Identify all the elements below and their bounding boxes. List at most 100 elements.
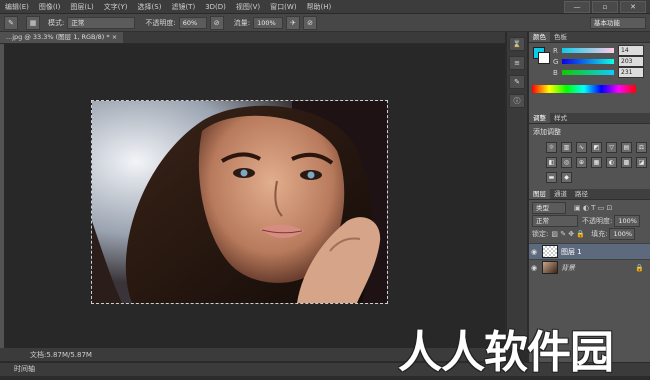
opacity-label: 不透明度: [145,18,176,27]
menu-bar: 编辑(E) 图像(I) 图层(L) 文字(Y) 选择(S) 滤镜(T) 3D(D… [0,0,650,14]
opacity-input[interactable]: 60% [178,16,207,29]
channel-r-label: R [553,46,558,55]
color-panel-header: 颜色 色板 [529,32,650,43]
pressure-size-icon[interactable]: ⊘ [303,15,318,30]
brush-preset-icon[interactable]: ✎ [4,15,18,30]
menu-type[interactable]: 文字(Y) [99,2,133,12]
menu-filter[interactable]: 滤镜(T) [166,2,200,12]
tab-styles[interactable]: 样式 [550,113,571,123]
layer-name[interactable]: 图层 1 [561,247,582,257]
tab-adjustments[interactable]: 调整 [529,113,550,123]
menu-help[interactable]: 帮助(H) [302,2,337,12]
properties-icon[interactable]: ≡ [509,56,525,70]
layer-opacity-input[interactable]: 100% [614,214,641,227]
posterize-icon[interactable]: ▩ [621,157,632,168]
adjust-title: 添加调整 [533,128,561,136]
portrait-photo [92,101,387,303]
threshold-icon[interactable]: ◪ [636,157,647,168]
filter-icons[interactable]: ▣ ◐ T ▭ ⊡ [574,204,612,212]
layer-thumbnail [542,261,558,274]
adjust-icons: ☼ ▥ ∿ ◩ ▽ ▤ ⚖ ◧ ◎ ⊕ ▦ ◐ ▩ ◪ ▬ ◆ [544,140,650,185]
color-spectrum[interactable] [532,85,636,93]
layer-opacity-label: 不透明度: [582,216,613,225]
channel-r: R 14 [553,45,644,56]
tab-swatches[interactable]: 色板 [550,32,571,42]
flow-input[interactable]: 100% [253,16,284,29]
visibility-eye-icon[interactable]: ◉ [529,248,539,256]
layer-thumbnail [542,245,558,258]
channel-b: B 231 [553,67,644,78]
menu-edit[interactable]: 编辑(E) [0,2,34,12]
history-icon[interactable]: ⌛ [509,37,525,51]
menu-3d[interactable]: 3D(D) [200,3,231,11]
mode-select[interactable]: 正常 [67,16,136,29]
tab-layers[interactable]: 图层 [529,189,550,199]
photo-filter-icon[interactable]: ◎ [561,157,572,168]
layer-row[interactable]: ◉ 背景 🔒 [529,259,650,275]
layers-panel-header: 图层 通道 路径 [529,189,650,200]
r-slider[interactable] [562,48,614,53]
watermark-text: 人人软件园 [398,327,614,378]
window-controls: — ▫ ✕ [564,1,646,13]
blend-row: 正常 不透明度: 100% [529,214,650,227]
selective-color-icon[interactable]: ◆ [561,172,572,183]
fill-input[interactable]: 100% [609,227,636,240]
pressure-opacity-icon[interactable]: ⊘ [209,15,224,30]
mode-label: 模式: [48,18,65,27]
options-bar: ✎ ▦ 模式: 正常 不透明度: 60% ⊘ 流量: 100% ✈ ⊘ 基本功能 [0,14,650,32]
close-button[interactable]: ✕ [620,1,646,13]
gradient-map-icon[interactable]: ▬ [546,172,557,183]
brush-icon[interactable]: ✎ [509,75,525,89]
menu-select[interactable]: 选择(S) [133,2,167,12]
blend-mode-select[interactable]: 正常 [532,214,578,227]
lock-label: 锁定: [532,229,549,238]
visibility-eye-icon[interactable]: ◉ [529,264,539,272]
b-slider[interactable] [562,70,614,75]
g-value[interactable]: 203 [618,56,644,67]
tab-channels[interactable]: 通道 [550,189,571,199]
workspace-select[interactable]: 基本功能 [590,16,646,29]
channel-g-label: G [553,57,559,66]
curves-icon[interactable]: ∿ [576,142,587,153]
vibrance-icon[interactable]: ▽ [606,142,617,153]
tab-color[interactable]: 颜色 [529,32,550,42]
document-size[interactable]: 文档:5.87M/5.87M [30,350,92,360]
layer-filter-select[interactable]: 类型 [532,201,566,214]
right-panels: 颜色 色板 R 14 G 203 B 231 调整 样式 添加调整 ☼ ▥ ∿ … [529,32,650,362]
color-balance-icon[interactable]: ⚖ [636,142,647,153]
background-swatch[interactable] [538,52,550,64]
channel-mixer-icon[interactable]: ⊕ [576,157,587,168]
r-value[interactable]: 14 [618,45,644,56]
lock-icons[interactable]: ▨ ✎ ✥ 🔒 [551,230,585,238]
timeline-label[interactable]: 时间轴 [14,365,35,373]
channel-g: G 203 [553,56,644,67]
bw-icon[interactable]: ◧ [546,157,557,168]
airbrush-icon[interactable]: ✈ [286,15,301,30]
hue-sat-icon[interactable]: ▤ [621,142,632,153]
g-slider[interactable] [562,59,614,64]
menu-view[interactable]: 视图(V) [231,2,265,12]
tab-paths[interactable]: 路径 [571,189,592,199]
menu-window[interactable]: 窗口(W) [265,2,301,12]
layer-name[interactable]: 背景 [561,263,575,273]
brush-panel-icon[interactable]: ▦ [26,15,40,30]
minimize-button[interactable]: — [564,1,590,13]
exposure-icon[interactable]: ◩ [591,142,602,153]
layer-filter-row: 类型 ▣ ◐ T ▭ ⊡ [529,201,650,214]
menu-image[interactable]: 图像(I) [34,2,66,12]
maximize-button[interactable]: ▫ [592,1,618,13]
brightness-icon[interactable]: ☼ [546,142,557,153]
invert-icon[interactable]: ◐ [606,157,617,168]
lock-icon: 🔒 [635,263,644,272]
menu-layer[interactable]: 图层(L) [65,2,98,12]
b-value[interactable]: 231 [618,67,644,78]
layer-row[interactable]: ◉ 图层 1 [529,243,650,259]
document-tab-bar: ...jpg @ 33.3% (图层 1, RGB/8) * × [0,32,505,43]
lock-row: 锁定: ▨ ✎ ✥ 🔒 填充: 100% [529,227,650,240]
canvas-image[interactable] [91,100,388,304]
info-icon[interactable]: ⓘ [509,94,525,108]
document-tab[interactable]: ...jpg @ 33.3% (图层 1, RGB/8) * × [0,32,124,43]
lookup-icon[interactable]: ▦ [591,157,602,168]
levels-icon[interactable]: ▥ [561,142,572,153]
channel-b-label: B [553,68,558,77]
